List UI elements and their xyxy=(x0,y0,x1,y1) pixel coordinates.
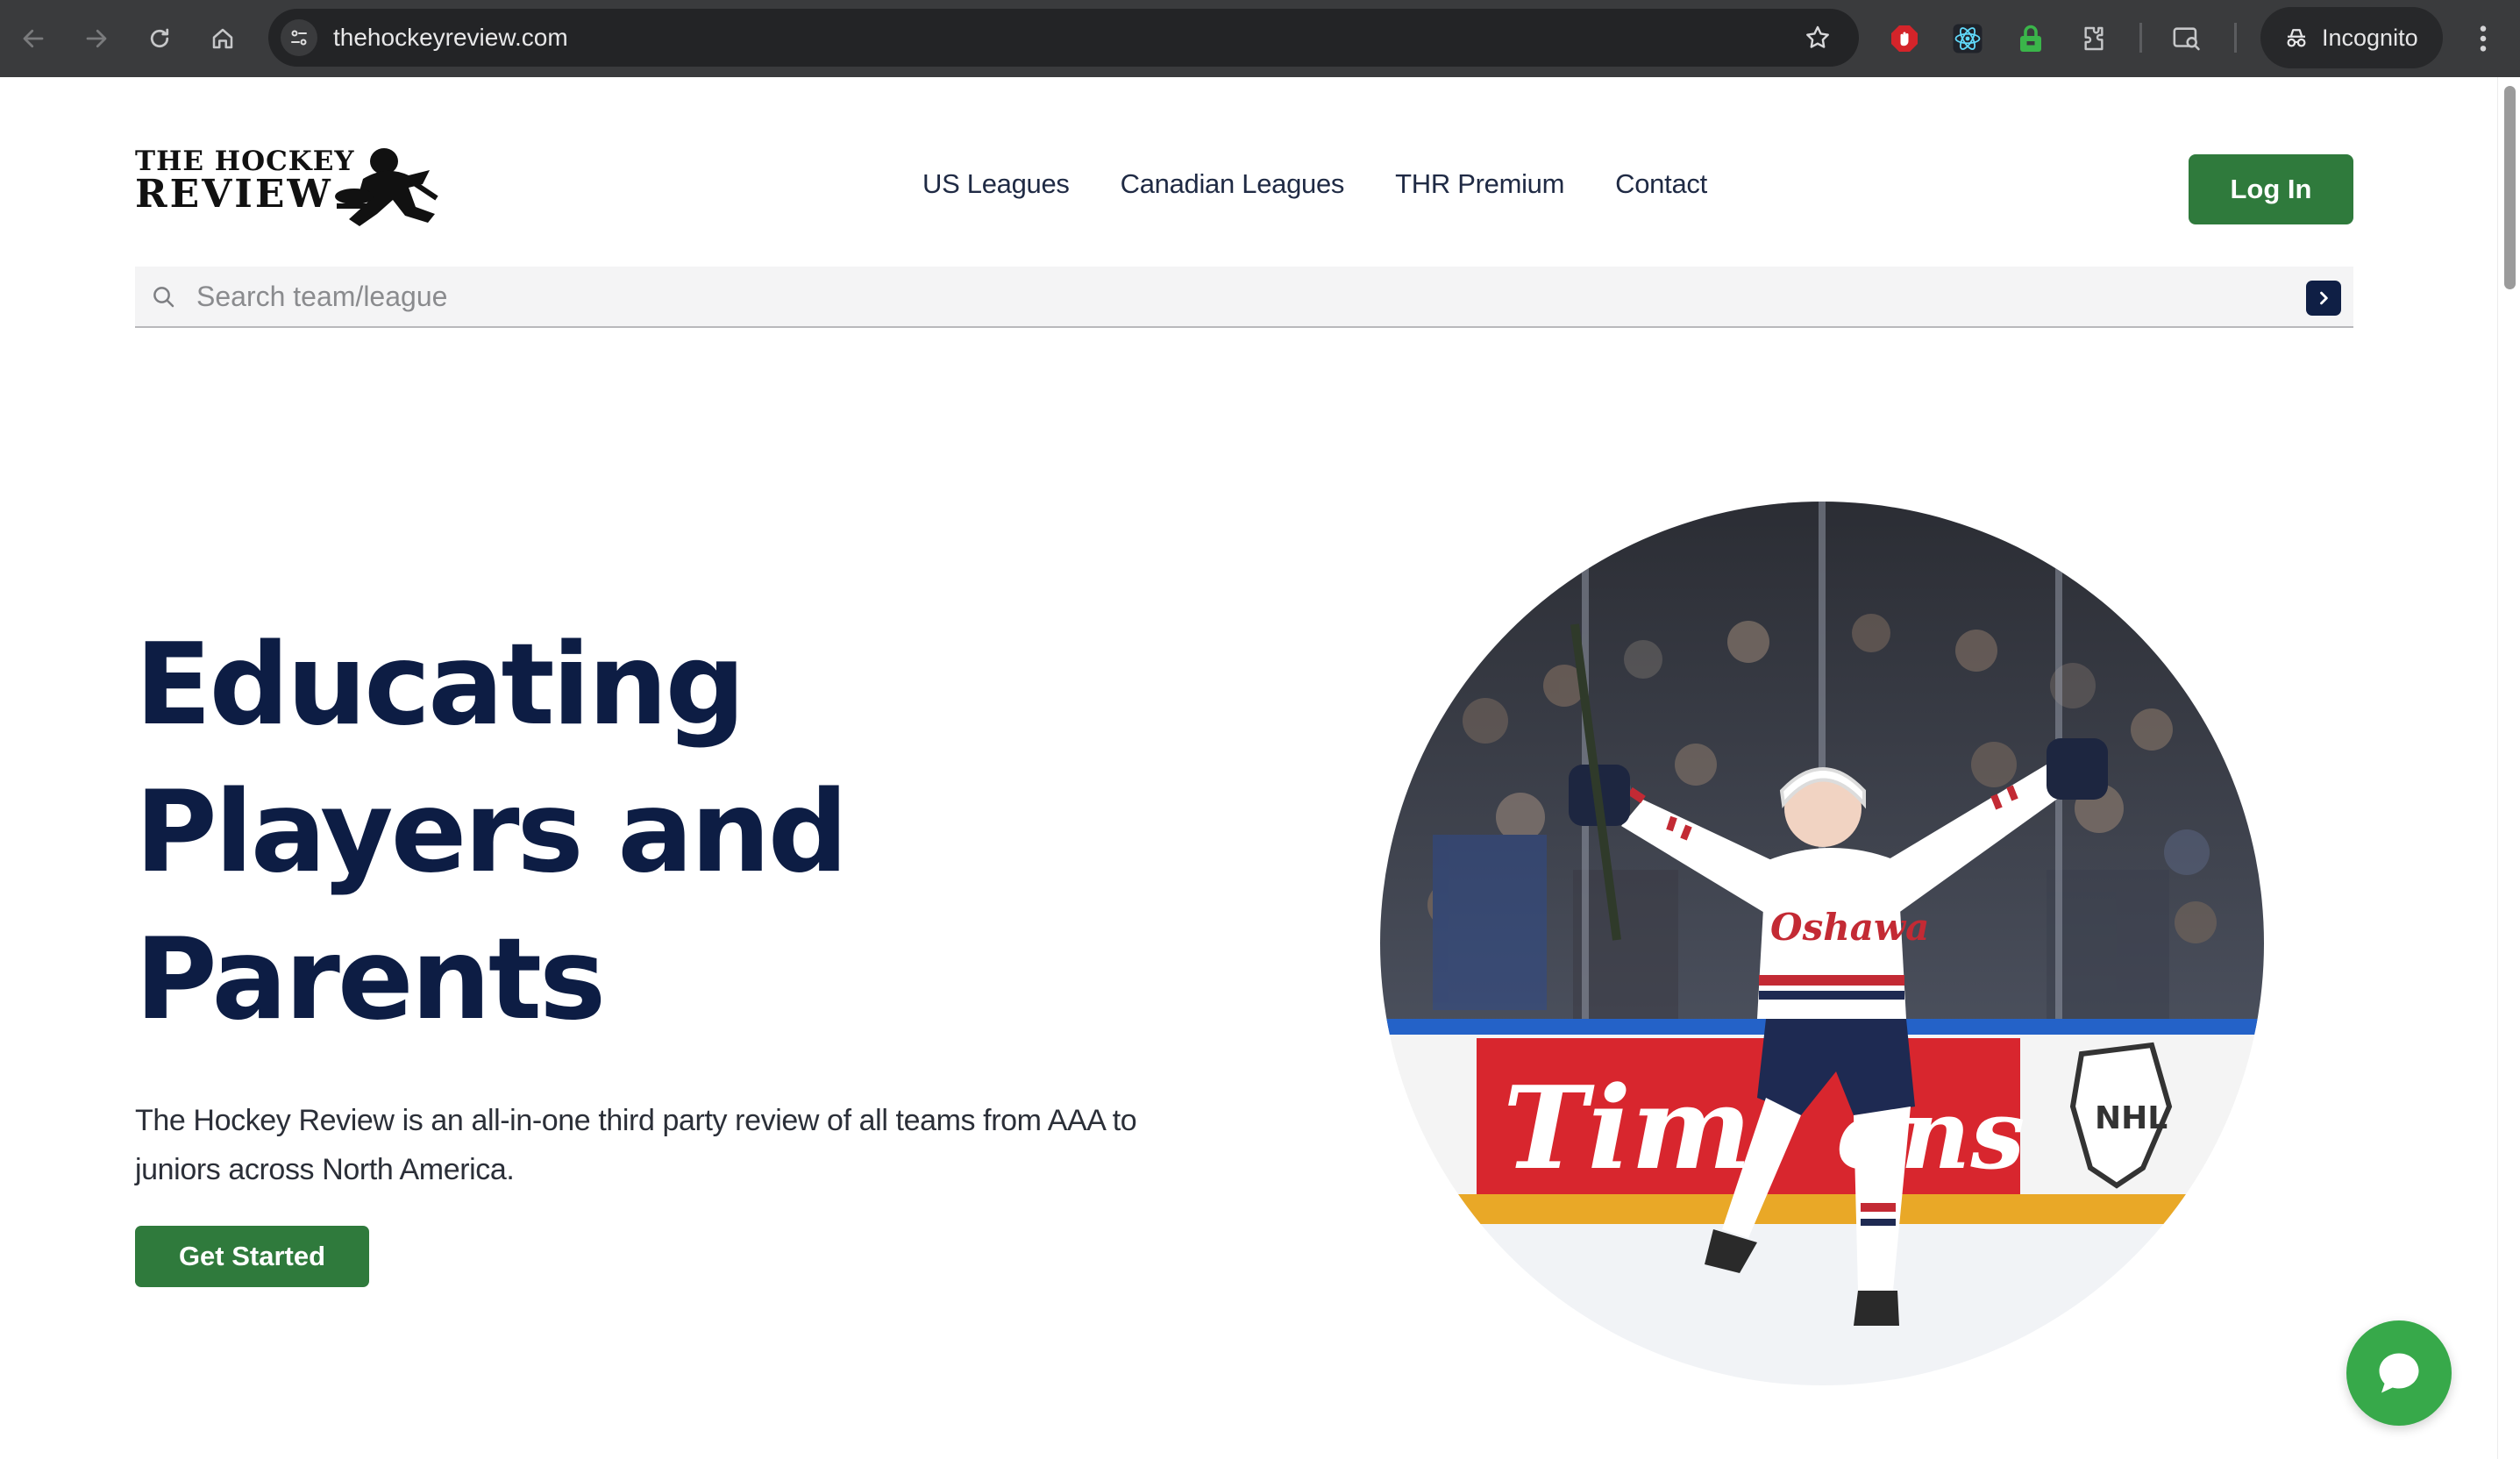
hero-title-line: Educating xyxy=(135,620,745,751)
home-button[interactable] xyxy=(202,18,244,60)
extensions-puzzle-icon xyxy=(2084,26,2104,51)
home-icon xyxy=(212,28,233,49)
back-button[interactable] xyxy=(12,18,54,60)
logo-text-line2: REVIEW xyxy=(135,172,333,217)
toolbar-divider xyxy=(2139,23,2142,53)
incognito-icon xyxy=(2283,25,2310,51)
get-started-button[interactable]: Get Started xyxy=(135,1226,369,1287)
hero-description: The Hockey Review is an all-in-one third… xyxy=(135,1104,1137,1186)
incognito-profile-button[interactable]: Incognito xyxy=(2260,7,2443,68)
extension-adblock-icon xyxy=(1891,25,1918,52)
scrollbar-thumb[interactable] xyxy=(2504,86,2516,289)
chevron-right-icon xyxy=(2320,291,2328,305)
extension-lock-icon xyxy=(2020,25,2041,52)
site-logo[interactable]: THE HOCKEY REVIEW xyxy=(135,146,442,230)
search-submit-button[interactable] xyxy=(2306,281,2341,316)
nav-link-contact[interactable]: Contact xyxy=(1615,168,1707,200)
extension-react-icon xyxy=(1953,24,1983,53)
tab-search-button[interactable] xyxy=(2166,18,2208,60)
react-devtools-extension-button[interactable] xyxy=(1947,18,1989,60)
nav-link-us-leagues[interactable]: US Leagues xyxy=(922,168,1070,200)
hero-title: Educating Players and Parents xyxy=(135,612,1187,1054)
toolbar-divider xyxy=(2234,23,2237,53)
kebab-menu-icon xyxy=(2480,25,2487,52)
hero-hockey-player-image: Tim ons NHL Oshawa xyxy=(1380,502,2264,1385)
search-input[interactable] xyxy=(196,267,2266,326)
extensions-button[interactable] xyxy=(2073,18,2115,60)
svg-text:NHL: NHL xyxy=(2095,1100,2168,1136)
hockey-player-logo-icon xyxy=(335,148,438,226)
search-bar xyxy=(135,267,2353,328)
adblock-extension-button[interactable] xyxy=(1883,18,1926,60)
forward-button[interactable] xyxy=(75,18,117,60)
lock-extension-button[interactable] xyxy=(2010,18,2052,60)
bookmark-star-icon xyxy=(1806,25,1829,48)
svg-text:Oshawa: Oshawa xyxy=(1770,906,1929,949)
hero-title-line: Parents xyxy=(135,915,606,1045)
reload-icon xyxy=(150,28,169,48)
nav-link-thr-premium[interactable]: THR Premium xyxy=(1395,168,1564,200)
hero-title-line: Players and xyxy=(135,767,848,898)
web-page: THE HOCKEY REVIEW US Leagues Canadian Le… xyxy=(0,77,2497,1459)
tab-search-icon xyxy=(2173,27,2200,51)
browser-toolbar: thehockeyreview.com Incognito xyxy=(0,0,2520,77)
bookmark-button[interactable] xyxy=(1796,16,1840,60)
main-navigation: US Leagues Canadian Leagues THR Premium … xyxy=(922,168,1758,200)
nav-link-canadian-leagues[interactable]: Canadian Leagues xyxy=(1121,168,1345,200)
reload-button[interactable] xyxy=(139,18,181,60)
incognito-label: Incognito xyxy=(2322,24,2418,51)
site-settings-icon xyxy=(291,30,307,46)
svg-text:Tim: Tim xyxy=(1503,1061,1752,1195)
forward-arrow-icon xyxy=(86,29,107,48)
search-icon xyxy=(151,284,177,315)
login-button[interactable]: Log In xyxy=(2189,154,2353,224)
back-arrow-icon xyxy=(23,29,44,48)
browser-menu-button[interactable] xyxy=(2466,18,2501,60)
chat-widget-button[interactable] xyxy=(2346,1320,2452,1426)
url-text[interactable]: thehockeyreview.com xyxy=(333,9,568,67)
page-scrollbar[interactable] xyxy=(2497,77,2520,1459)
address-bar[interactable]: thehockeyreview.com xyxy=(268,9,1859,67)
chat-bubble-icon xyxy=(2379,1353,2419,1393)
site-settings-button[interactable] xyxy=(281,19,317,56)
